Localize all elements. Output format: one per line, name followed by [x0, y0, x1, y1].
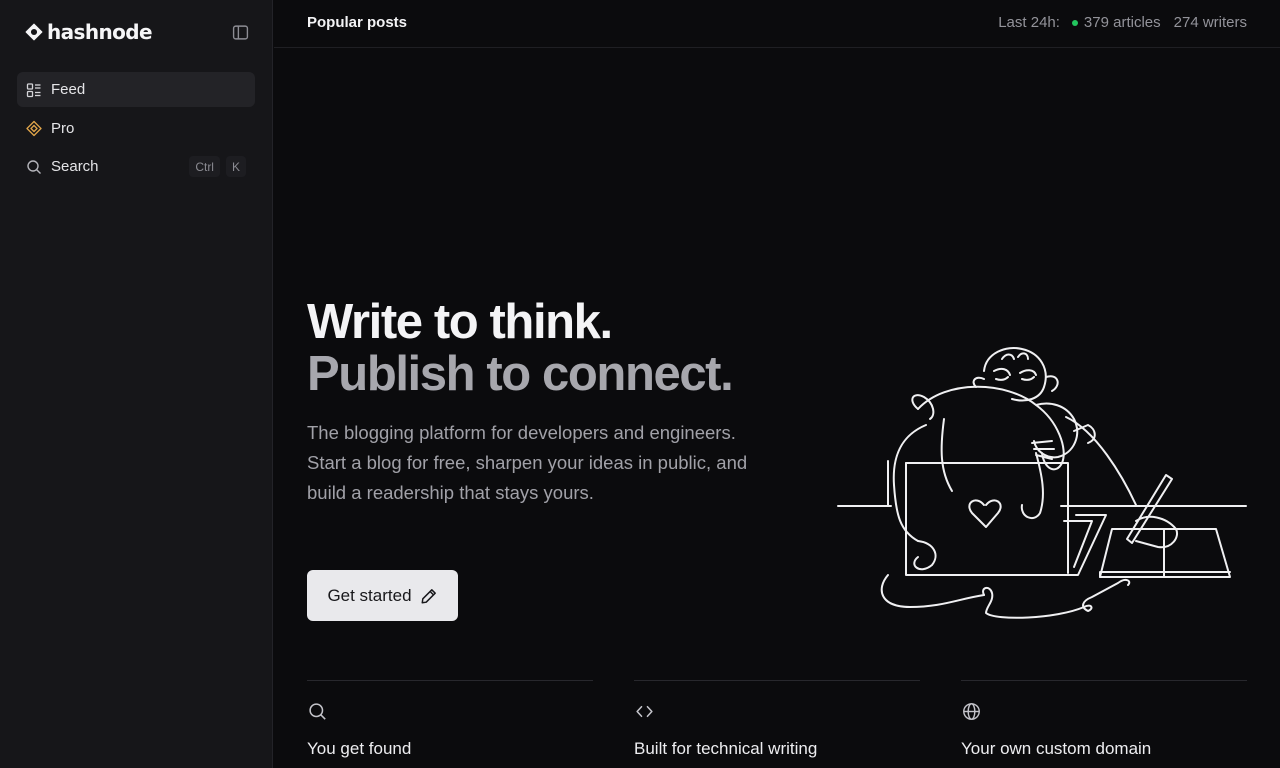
feed-icon [26, 82, 42, 98]
sidebar-item-feed[interactable]: Feed [17, 72, 255, 107]
hero-illustration [837, 347, 1247, 619]
feature-technical-writing: Built for technical writing [634, 680, 920, 759]
sidebar-item-label: Feed [51, 81, 86, 98]
sidebar-item-pro[interactable]: Pro [17, 111, 255, 146]
search-icon [307, 701, 327, 721]
sidebar-item-label: Search [51, 158, 99, 175]
page-title: Popular posts [307, 14, 408, 31]
globe-icon [961, 701, 981, 721]
sidebar-item-search[interactable]: Search Ctrl K [17, 149, 255, 184]
hero-subtitle: The blogging platform for developers and… [307, 422, 748, 503]
get-started-label: Get started [327, 585, 412, 605]
collapse-sidebar-button[interactable] [230, 22, 250, 42]
kbd-ctrl: Ctrl [189, 156, 220, 177]
search-shortcut: Ctrl K [189, 156, 246, 177]
activity-stats: Last 24h: 379 articles 274 writers [998, 14, 1247, 31]
feature-custom-domain: Your own custom domain [961, 680, 1247, 759]
sidebar-nav: Feed Pro Search Ctrl K [17, 72, 255, 188]
articles-count: 379 articles [1083, 14, 1161, 31]
hero-line-2: Publish to connect. [307, 347, 734, 401]
live-dot-icon [1071, 19, 1078, 26]
brand-logo[interactable]: hashnode [25, 20, 153, 44]
get-started-button[interactable]: Get started [307, 570, 458, 621]
hero: Write to think. Publish to connect. The … [307, 296, 827, 508]
sidebar-toggle-icon [232, 24, 248, 40]
feature-title: You get found [307, 739, 412, 758]
kbd-k: K [225, 156, 246, 177]
brand-name: hashnode [47, 20, 153, 44]
stats-label: Last 24h: [998, 14, 1060, 31]
writers-count: 274 writers [1173, 14, 1247, 31]
hero-headline: Write to think. Publish to connect. [307, 296, 827, 400]
sidebar: hashnode Feed Pro Search Ctrl K [0, 0, 273, 768]
feature-title: Built for technical writing [634, 739, 818, 758]
hero-line-1: Write to think. [307, 295, 613, 349]
code-icon [634, 701, 654, 721]
pencil-icon [421, 588, 436, 603]
feature-title: Your own custom domain [961, 739, 1152, 758]
pro-icon [26, 120, 42, 136]
sidebar-item-label: Pro [51, 119, 75, 137]
search-icon [26, 159, 42, 175]
feature-found: You get found [307, 680, 593, 759]
top-bar: Popular posts Last 24h: 379 articles 274… [274, 0, 1280, 48]
hashnode-logo-icon [25, 23, 43, 41]
